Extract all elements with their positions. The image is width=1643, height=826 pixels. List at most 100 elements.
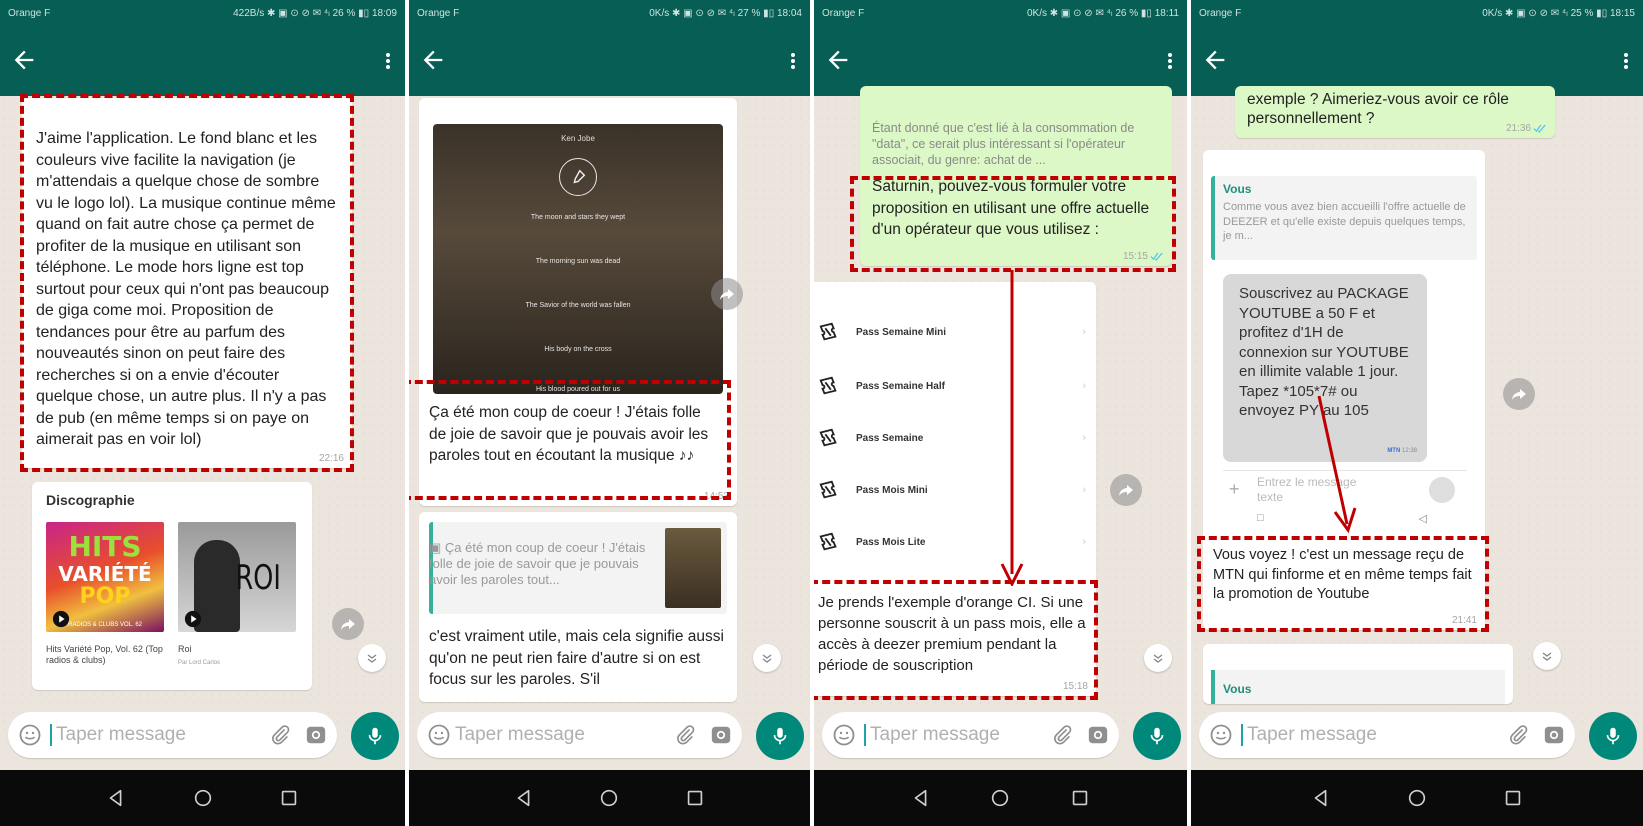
voice-record-button[interactable] — [1589, 712, 1637, 760]
nav-home-icon[interactable] — [989, 787, 1011, 809]
voice-record-button[interactable] — [351, 712, 399, 760]
microphone-icon — [569, 168, 587, 186]
message-input-bar: Taper message — [4, 712, 399, 764]
album-title[interactable]: Roi — [178, 644, 296, 655]
carrier-label: Orange F — [1199, 7, 1242, 19]
chat-area[interactable]: exemple ? Aimeriez-vous avoir ce rôle pe… — [1191, 86, 1643, 738]
status-bar: Orange F 422B/s ✱ ▣ ⊙ ⊘ ✉ ⁴ₗ 26 % ▮▯ 18:… — [0, 0, 405, 26]
pass-list-item[interactable]: Pass Semaine › — [818, 412, 1086, 464]
nav-back-icon[interactable] — [105, 787, 127, 809]
message-bubble[interactable]: Vous — [1203, 644, 1513, 704]
quoted-message[interactable]: Vous Comme vous avez bien accueilli l'of… — [1211, 176, 1477, 260]
message-placeholder: Taper message — [56, 724, 186, 745]
attach-icon[interactable] — [1051, 724, 1073, 746]
emoji-icon[interactable] — [427, 723, 451, 747]
send-icon[interactable] — [1429, 477, 1455, 503]
scroll-down-button[interactable] — [358, 644, 386, 672]
scroll-down-button[interactable] — [753, 644, 781, 672]
back-arrow-icon[interactable] — [419, 46, 447, 74]
more-options-icon[interactable] — [1623, 52, 1629, 70]
message-text: J'aime l'application. Le fond blanc et l… — [36, 130, 336, 448]
chat-area[interactable]: J'aime l'application. Le fond blanc et l… — [0, 96, 405, 738]
forward-icon — [340, 616, 356, 632]
nav-recent-apps-icon[interactable] — [684, 787, 706, 809]
nav-home-icon[interactable] — [598, 787, 620, 809]
lyrics-screenshot[interactable]: Ken Jobe The moon and stars they wept Th… — [433, 124, 723, 394]
reply-bubble[interactable]: ▣ Ça été mon coup de coeur ! J'étais fol… — [419, 512, 737, 702]
more-options-icon[interactable] — [790, 52, 796, 70]
pass-list-item[interactable]: Pass Mois Mini › — [818, 464, 1086, 516]
nav-back-icon[interactable]: ◁ — [1419, 512, 1427, 525]
back-arrow-icon[interactable] — [824, 46, 852, 74]
message-bubble[interactable]: J'aime l'application. Le fond blanc et l… — [22, 98, 352, 468]
add-icon[interactable]: + — [1229, 479, 1240, 500]
pass-list-item[interactable]: Pass Mois Lite › — [818, 516, 1086, 568]
nav-back-icon[interactable] — [1310, 787, 1332, 809]
microphone-icon — [1602, 725, 1624, 747]
nav-back-icon[interactable] — [910, 787, 932, 809]
app-bar — [0, 26, 405, 96]
back-arrow-icon[interactable] — [1201, 46, 1229, 74]
album-title[interactable]: Hits Variété Pop, Vol. 62 (Top radios & … — [46, 644, 164, 666]
play-icon[interactable] — [52, 610, 70, 628]
attach-icon[interactable] — [674, 724, 696, 746]
offer-list-bubble[interactable]: Pass Semaine Mini › Pass Semaine Half › Pa… — [814, 282, 1096, 696]
status-bar: Orange F 0K/s ✱ ▣ ⊙ ⊘ ✉ ⁴ₗ 25 % ▮▯ 18:15 — [1191, 0, 1643, 26]
forward-button[interactable] — [711, 278, 743, 310]
nav-recent-apps-icon[interactable] — [278, 787, 300, 809]
read-receipt-icon — [1150, 252, 1164, 261]
message-input[interactable]: Taper message — [417, 712, 742, 758]
chevron-right-icon: › — [1082, 432, 1086, 444]
attach-icon[interactable] — [1507, 724, 1529, 746]
forward-button[interactable] — [1503, 378, 1535, 410]
forward-icon — [1511, 386, 1527, 402]
pass-list-item[interactable]: Pass Semaine Mini › — [818, 306, 1086, 358]
message-bubble[interactable]: Étant donné que c'est lié à la consommat… — [860, 86, 1172, 266]
nav-recent-apps-icon[interactable] — [1502, 787, 1524, 809]
faded-message-text: Étant donné que c'est lié à la consommat… — [872, 121, 1135, 167]
back-arrow-icon[interactable] — [10, 46, 38, 74]
chat-area[interactable]: Ken Jobe The moon and stars they wept Th… — [409, 96, 810, 738]
message-input[interactable]: Taper message — [822, 712, 1119, 758]
microphone-icon — [769, 725, 791, 747]
attach-icon[interactable] — [269, 724, 291, 746]
message-bubble[interactable]: Ken Jobe The moon and stars they wept Th… — [419, 98, 737, 506]
emoji-icon[interactable] — [18, 723, 42, 747]
more-options-icon[interactable] — [385, 52, 391, 70]
forward-button[interactable] — [332, 608, 364, 640]
nav-home-icon[interactable] — [192, 787, 214, 809]
emoji-icon[interactable] — [1209, 723, 1233, 747]
album-cover-hits[interactable]: HITS VARIÉTÉ POP RADIOS & CLUBS VOL. 62 — [46, 522, 164, 632]
nav-recent-apps-icon[interactable] — [1069, 787, 1091, 809]
more-options-icon[interactable] — [1167, 52, 1173, 70]
message-text: c'est vraiment utile, mais cela signifie… — [429, 628, 724, 688]
nav-back-icon[interactable] — [513, 787, 535, 809]
voice-record-button[interactable] — [1133, 712, 1181, 760]
emoji-icon[interactable] — [832, 723, 856, 747]
ticket-icon — [818, 479, 840, 501]
discography-card[interactable]: Discographie HITS VARIÉTÉ POP RADIOS & C… — [32, 482, 312, 690]
nav-home-icon[interactable] — [1406, 787, 1428, 809]
forward-button[interactable] — [1110, 474, 1142, 506]
message-time: 14:53 — [703, 491, 729, 502]
message-bubble[interactable]: Vous Comme vous avez bien accueilli l'of… — [1203, 150, 1485, 630]
camera-icon[interactable] — [710, 724, 732, 746]
sms-time: 12:38 — [1401, 448, 1417, 454]
camera-icon[interactable] — [1087, 724, 1109, 746]
pass-list-item[interactable]: Pass Semaine Half › — [818, 360, 1086, 412]
message-text: Ça été mon coup de coeur ! J'étais folle… — [429, 404, 709, 464]
scroll-down-button[interactable] — [1533, 642, 1561, 670]
camera-icon[interactable] — [305, 724, 327, 746]
quoted-author: Vous — [1223, 182, 1252, 196]
message-input[interactable]: Taper message — [1199, 712, 1575, 758]
scroll-down-button[interactable] — [1144, 644, 1172, 672]
message-bubble[interactable]: exemple ? Aimeriez-vous avoir ce rôle pe… — [1235, 86, 1555, 138]
nav-recent-apps-icon[interactable]: □ — [1257, 512, 1264, 524]
camera-icon[interactable] — [1543, 724, 1565, 746]
forward-icon — [1118, 482, 1134, 498]
lyrics-artist: Ken Jobe — [561, 134, 595, 143]
voice-record-button[interactable] — [756, 712, 804, 760]
album-cover-roi[interactable]: ROI — [178, 522, 296, 632]
play-icon[interactable] — [184, 610, 202, 628]
message-input[interactable]: Taper message — [8, 712, 337, 758]
